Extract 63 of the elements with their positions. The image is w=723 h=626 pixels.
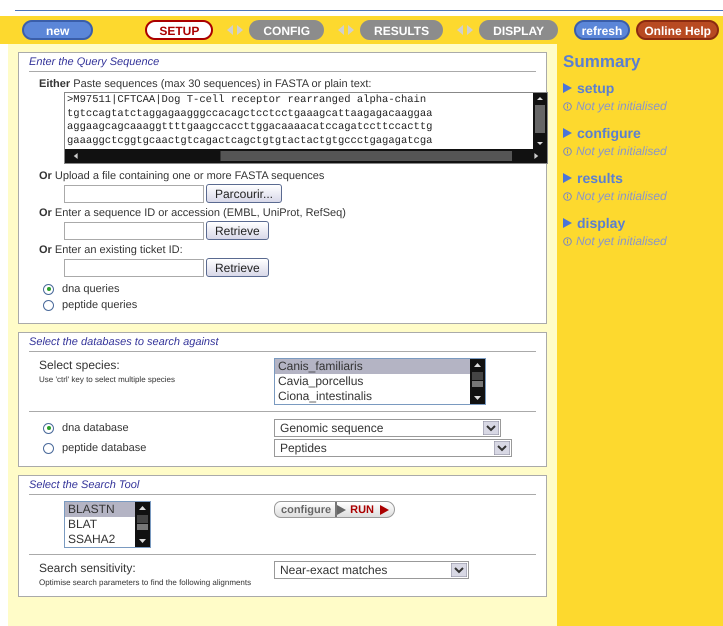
- input-field[interactable]: [64, 222, 204, 240]
- tool-option[interactable]: BLASTN: [65, 502, 135, 517]
- database-option[interactable]: peptide database: [43, 440, 274, 456]
- input-instruction: Or Upload a file containing one or more FASTA sequences: [39, 170, 326, 182]
- species-label: Select species:: [39, 358, 121, 372]
- sensitivity-select[interactable]: Near-exact matches: [274, 561, 469, 579]
- input-instruction: Or Enter an existing ticket ID:: [39, 244, 184, 256]
- database-select[interactable]: Genomic sequence: [274, 419, 501, 437]
- double-arrow-icon: [227, 25, 244, 35]
- step-tab[interactable]: SETUP: [145, 20, 214, 40]
- triangle-icon: [380, 504, 389, 514]
- sequence-line: tgtccagtatctaggagaagggccacagctcctcctgaaagcattaagagacaaggaa: [67, 108, 434, 121]
- info-icon: [563, 192, 572, 200]
- info-icon: [563, 236, 572, 246]
- sensitivity-label: Search sensitivity:: [39, 561, 137, 575]
- species-list[interactable]: Canis_familiaris Cavia_porcellus Ciona_intestinalis: [274, 358, 486, 405]
- scrollbar[interactable]: [470, 359, 485, 404]
- double-arrow-icon: [338, 25, 354, 35]
- query-type-option[interactable]: peptide queries: [43, 297, 536, 313]
- status-text: Not yet initialised: [576, 99, 667, 113]
- status-text: Not yet initialised: [576, 234, 667, 248]
- status-text: Not yet initialised: [576, 189, 667, 203]
- caret-icon: [494, 441, 510, 455]
- action-button[interactable]: Retrieve: [206, 258, 269, 277]
- triangle-icon: [563, 173, 572, 183]
- scrollbar[interactable]: [65, 149, 547, 163]
- panel-title: Enter the Query Sequence: [29, 53, 536, 72]
- database-select[interactable]: Peptides: [274, 439, 512, 457]
- summary-title: Summary: [563, 52, 642, 72]
- triangle-icon: [337, 504, 346, 514]
- input-field[interactable]: [64, 184, 204, 202]
- status-text: Not yet initialised: [576, 144, 667, 158]
- input-instruction: Or Enter a sequence ID or accession (EMBL, UniProt, RefSeq): [39, 207, 347, 219]
- tool-list[interactable]: BLASTN BLAT SSAHA2: [64, 501, 151, 548]
- caret-icon: [451, 563, 467, 577]
- triangle-icon: [563, 83, 572, 93]
- query-type-option[interactable]: dna queries: [43, 281, 536, 297]
- run-button[interactable]: RUN: [346, 502, 380, 517]
- double-arrow-icon: [457, 25, 474, 35]
- sensitivity-hint: Optimise search parameters to find the following alignments: [39, 577, 252, 588]
- action-button[interactable]: Parcourir...: [206, 184, 282, 203]
- sequence-textarea[interactable]: [64, 92, 548, 164]
- species-option[interactable]: Canis_familiaris: [275, 359, 470, 374]
- help-button[interactable]: Online Help: [636, 20, 719, 40]
- triangle-icon: [563, 218, 572, 228]
- info-icon: [563, 102, 572, 110]
- paste-instruction: Either Paste sequences (max 30 sequences) in FASTA or plain text:: [39, 78, 372, 90]
- caret-icon: [483, 421, 499, 435]
- scrollbar[interactable]: [135, 502, 150, 547]
- species-hint: Use 'ctrl' key to select multiple species: [39, 374, 176, 386]
- info-icon: [563, 146, 572, 156]
- sequence-line: >M97511|CFTCAA|Dog T-cell receptor rearranged alpha-chain: [67, 94, 428, 108]
- sequence-line: gaaaggctcggtgcaactgtcagactcagctgtgtactactgtgccctgagagatcga: [67, 134, 434, 148]
- input-field[interactable]: [64, 258, 204, 276]
- triangle-icon: [563, 128, 572, 138]
- panel-title: Select the databases to search against: [29, 333, 536, 352]
- scrollbar[interactable]: [533, 93, 547, 149]
- new-button[interactable]: new: [22, 20, 94, 40]
- refresh-button[interactable]: refresh: [574, 20, 630, 40]
- panel-title: Select the Search Tool: [29, 476, 536, 495]
- sequence-line: aggaagcagcaaaggttttgaagccaccttggacaaaacatccagatccttccacttg: [67, 121, 434, 134]
- database-option[interactable]: dna database: [43, 420, 274, 436]
- action-button[interactable]: Retrieve: [206, 221, 269, 240]
